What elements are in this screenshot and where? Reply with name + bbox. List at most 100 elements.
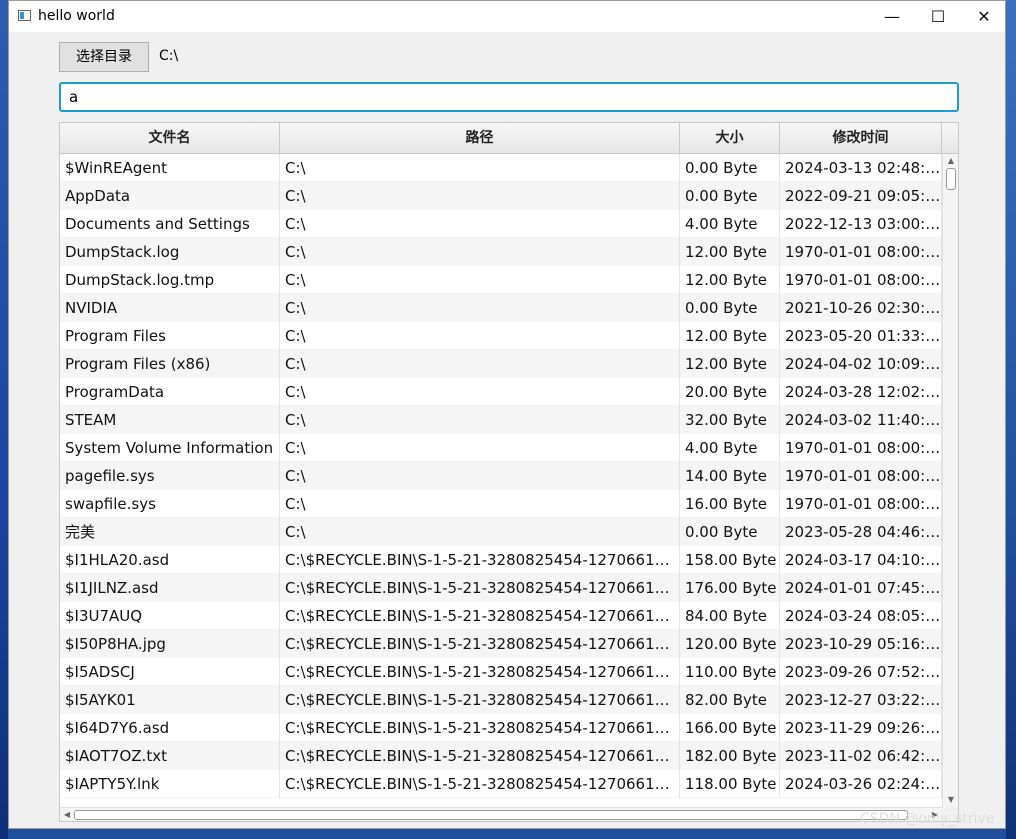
cell-path: C:\ xyxy=(280,518,680,546)
cell-size: 120.00 Byte xyxy=(680,630,780,658)
column-header-size[interactable]: 大小 xyxy=(680,123,780,153)
cell-filename: $I5ADSCJ xyxy=(60,658,280,686)
cell-filename: $WinREAgent xyxy=(60,154,280,182)
table-row[interactable]: STEAM C:\ 32.00 Byte 2024-03-02 11:40:23 xyxy=(60,406,942,434)
column-header-path[interactable]: 路径 xyxy=(280,123,680,153)
cell-path: C:\$RECYCLE.BIN\S-1-5-21-3280825454-1270… xyxy=(280,630,680,658)
scroll-up-arrow-icon[interactable]: ▲ xyxy=(943,154,958,168)
table-row[interactable]: $I1JILNZ.asd C:\$RECYCLE.BIN\S-1-5-21-328… xyxy=(60,574,942,602)
close-button[interactable]: ✕ xyxy=(961,1,1007,32)
table-row[interactable]: $IAOT7OZ.txt C:\$RECYCLE.BIN\S-1-5-21-328… xyxy=(60,742,942,770)
maximize-button[interactable]: ☐ xyxy=(915,1,961,32)
table-row[interactable]: Documents and Settings C:\ 4.00 Byte 2022-1… xyxy=(60,210,942,238)
cell-path: C:\ xyxy=(280,182,680,210)
cell-modified-time: 2024-03-24 08:05:43 xyxy=(780,602,942,630)
cell-filename: Documents and Settings xyxy=(60,210,280,238)
cell-path: C:\ xyxy=(280,154,680,182)
minimize-button[interactable]: — xyxy=(869,1,915,32)
table-row[interactable]: $I64D7Y6.asd C:\$RECYCLE.BIN\S-1-5-21-328… xyxy=(60,714,942,742)
cell-size: 4.00 Byte xyxy=(680,434,780,462)
column-header-modified-time[interactable]: 修改时间 xyxy=(780,123,942,153)
cell-modified-time: 2024-03-26 02:24:53 xyxy=(780,770,942,798)
table-row[interactable]: $I5ADSCJ C:\$RECYCLE.BIN\S-1-5-21-3280825… xyxy=(60,658,942,686)
cell-size: 20.00 Byte xyxy=(680,378,780,406)
table-row[interactable]: DumpStack.log C:\ 12.00 Byte 1970-01-01 08:… xyxy=(60,238,942,266)
cell-filename: System Volume Information xyxy=(60,434,280,462)
table-row[interactable]: 完美 C:\ 0.00 Byte 2023-05-28 04:46:53 xyxy=(60,518,942,546)
cell-path: C:\$RECYCLE.BIN\S-1-5-21-3280825454-1270… xyxy=(280,658,680,686)
cell-size: 12.00 Byte xyxy=(680,322,780,350)
cell-size: 14.00 Byte xyxy=(680,462,780,490)
cell-filename: $I1JILNZ.asd xyxy=(60,574,280,602)
table-row[interactable]: pagefile.sys C:\ 14.00 Byte 1970-01-01 08:0… xyxy=(60,462,942,490)
cell-modified-time: 2023-05-20 01:33:07 xyxy=(780,322,942,350)
cell-modified-time: 1970-01-01 08:00:00 xyxy=(780,462,942,490)
cell-path: C:\ xyxy=(280,378,680,406)
cell-size: 0.00 Byte xyxy=(680,294,780,322)
cell-modified-time: 2023-12-27 03:22:24 xyxy=(780,686,942,714)
cell-modified-time: 2024-03-13 02:48:25 xyxy=(780,154,942,182)
table-body: $WinREAgent C:\ 0.00 Byte 2024-03-13 02:48:… xyxy=(60,154,942,807)
cell-path: C:\ xyxy=(280,434,680,462)
cell-modified-time: 2023-09-26 07:52:56 xyxy=(780,658,942,686)
cell-filename: Program Files (x86) xyxy=(60,350,280,378)
table-row[interactable]: swapfile.sys C:\ 16.00 Byte 1970-01-01 08:0… xyxy=(60,490,942,518)
choose-directory-button[interactable]: 选择目录 xyxy=(59,42,149,72)
cell-filename: STEAM xyxy=(60,406,280,434)
scroll-down-arrow-icon[interactable]: ▼ xyxy=(943,793,958,807)
cell-filename: $IAOT7OZ.txt xyxy=(60,742,280,770)
horizontal-scrollbar[interactable]: ◀ ▶ xyxy=(60,807,942,821)
cell-filename: $I3U7AUQ xyxy=(60,602,280,630)
table-row[interactable]: Program Files C:\ 12.00 Byte 2023-05-20 01:… xyxy=(60,322,942,350)
table-row[interactable]: System Volume Information C:\ 4.00 Byte 197… xyxy=(60,434,942,462)
table-row[interactable]: $WinREAgent C:\ 0.00 Byte 2024-03-13 02:48:… xyxy=(60,154,942,182)
cell-filename: $IAPTY5Y.lnk xyxy=(60,770,280,798)
cell-path: C:\ xyxy=(280,238,680,266)
cell-modified-time: 2024-03-28 12:02:15 xyxy=(780,378,942,406)
cell-size: 176.00 Byte xyxy=(680,574,780,602)
table-row[interactable]: $I5AYK01 C:\$RECYCLE.BIN\S-1-5-21-3280825… xyxy=(60,686,942,714)
horizontal-scroll-thumb[interactable] xyxy=(74,810,908,820)
cell-filename: swapfile.sys xyxy=(60,490,280,518)
cell-filename: pagefile.sys xyxy=(60,462,280,490)
title-bar[interactable]: hello world — ☐ ✕ xyxy=(9,1,1005,32)
cell-size: 0.00 Byte xyxy=(680,518,780,546)
cell-modified-time: 1970-01-01 08:00:00 xyxy=(780,434,942,462)
scroll-left-arrow-icon[interactable]: ◀ xyxy=(60,808,74,821)
vertical-scroll-thumb[interactable] xyxy=(946,168,956,190)
table-row[interactable]: DumpStack.log.tmp C:\ 12.00 Byte 1970-01-01… xyxy=(60,266,942,294)
cell-modified-time: 2024-01-01 07:45:31 xyxy=(780,574,942,602)
cell-filename: $I5AYK01 xyxy=(60,686,280,714)
table-row[interactable]: AppData C:\ 0.00 Byte 2022-09-21 09:05:48 xyxy=(60,182,942,210)
cell-modified-time: 2024-04-02 10:09:09 xyxy=(780,350,942,378)
current-path-label: C:\ xyxy=(159,48,179,64)
cell-size: 12.00 Byte xyxy=(680,350,780,378)
table-row[interactable]: NVIDIA C:\ 0.00 Byte 2021-10-26 02:30:25 xyxy=(60,294,942,322)
cell-modified-time: 1970-01-01 08:00:00 xyxy=(780,266,942,294)
cell-path: C:\ xyxy=(280,490,680,518)
cell-modified-time: 2024-03-17 04:10:13 xyxy=(780,546,942,574)
vertical-scrollbar[interactable]: ▲ ▼ xyxy=(942,154,958,807)
column-header-filename[interactable]: 文件名 xyxy=(60,123,280,153)
table-row[interactable]: Program Files (x86) C:\ 12.00 Byte 2024-04-… xyxy=(60,350,942,378)
cell-filename: Program Files xyxy=(60,322,280,350)
table-row[interactable]: $I3U7AUQ C:\$RECYCLE.BIN\S-1-5-21-3280825… xyxy=(60,602,942,630)
cell-size: 0.00 Byte xyxy=(680,182,780,210)
table-row[interactable]: $I50P8HA.jpg C:\$RECYCLE.BIN\S-1-5-21-328… xyxy=(60,630,942,658)
cell-modified-time: 2022-12-13 03:00:13 xyxy=(780,210,942,238)
cell-size: 158.00 Byte xyxy=(680,546,780,574)
cell-path: C:\ xyxy=(280,210,680,238)
cell-filename: $I50P8HA.jpg xyxy=(60,630,280,658)
search-input[interactable] xyxy=(59,82,959,112)
table-row[interactable]: $I1HLA20.asd C:\$RECYCLE.BIN\S-1-5-21-328… xyxy=(60,546,942,574)
cell-modified-time: 1970-01-01 08:00:00 xyxy=(780,238,942,266)
cell-size: 32.00 Byte xyxy=(680,406,780,434)
table-header: 文件名 路径 大小 修改时间 xyxy=(60,123,958,154)
cell-modified-time: 2021-10-26 02:30:25 xyxy=(780,294,942,322)
app-window: hello world — ☐ ✕ 选择目录 C:\ 文件名 路径 大小 修改时… xyxy=(8,0,1006,829)
table-row[interactable]: ProgramData C:\ 20.00 Byte 2024-03-28 12:02… xyxy=(60,378,942,406)
cell-filename: DumpStack.log.tmp xyxy=(60,266,280,294)
cell-path: C:\$RECYCLE.BIN\S-1-5-21-3280825454-1270… xyxy=(280,686,680,714)
cell-path: C:\$RECYCLE.BIN\S-1-5-21-3280825454-1270… xyxy=(280,546,680,574)
table-row[interactable]: $IAPTY5Y.lnk C:\$RECYCLE.BIN\S-1-5-21-328… xyxy=(60,770,942,798)
